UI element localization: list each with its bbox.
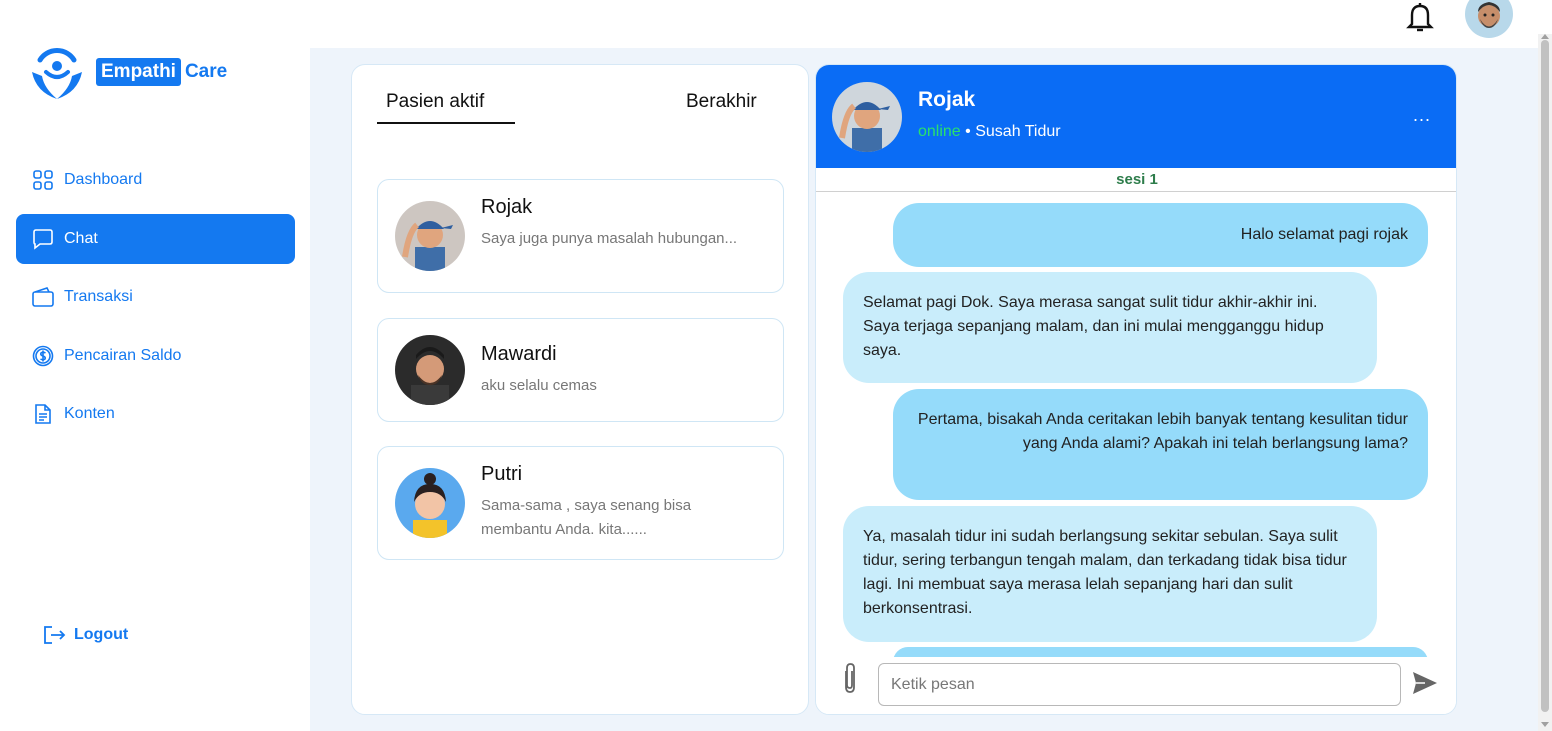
- patient-avatar: [395, 468, 465, 538]
- chat-icon: [33, 228, 53, 250]
- sidebar-item-pencairan-saldo[interactable]: Pencairan Saldo: [16, 331, 295, 381]
- sidebar-item-dashboard[interactable]: Dashboard: [16, 155, 295, 205]
- chat-header: Rojak online • Susah Tidur ...: [816, 65, 1456, 168]
- sidebar: Empathi Care Dashboard Chat Transaksi Pe…: [0, 0, 310, 731]
- sidebar-item-label: Transaksi: [64, 288, 133, 305]
- send-icon[interactable]: [1412, 670, 1438, 696]
- brand-name-part2: Care: [184, 61, 228, 82]
- chat-topic: Susah Tidur: [975, 123, 1061, 140]
- online-status: online: [918, 123, 961, 140]
- sidebar-item-label: Dashboard: [64, 171, 143, 188]
- attachment-icon[interactable]: [838, 661, 862, 695]
- brand-name: Empathi Care: [96, 58, 227, 86]
- patient-last-message: Saya juga punya masalah hubungan...: [481, 230, 738, 247]
- scroll-down-arrow[interactable]: [1541, 722, 1549, 727]
- tab-berakhir[interactable]: Berakhir: [686, 91, 757, 113]
- patient-last-message: Sama-sama , saya senang bisa membantu An…: [481, 497, 692, 538]
- message-input[interactable]: [878, 663, 1401, 706]
- sidebar-item-label: Chat: [64, 229, 98, 247]
- message-incoming: Selamat pagi Dok. Saya merasa sangat sul…: [843, 272, 1377, 383]
- document-icon: [35, 404, 51, 424]
- message-outgoing-partial: [893, 647, 1428, 657]
- sidebar-item-label: Pencairan Saldo: [64, 346, 182, 364]
- chat-contact-status: online • Susah Tidur: [918, 123, 1061, 141]
- user-avatar-image: [1478, 2, 1500, 28]
- app-root: Empathi Care Dashboard Chat Transaksi Pe…: [0, 0, 1552, 731]
- patient-last-message: aku selalu cemas: [481, 377, 597, 394]
- patient-name: Mawardi: [481, 343, 557, 365]
- dollar-circle-icon: [32, 345, 54, 366]
- sidebar-nav: Dashboard Chat Transaksi Pencairan Saldo…: [16, 155, 295, 448]
- tab-pasien-aktif[interactable]: Pasien aktif: [377, 91, 515, 124]
- logout-icon: [44, 626, 66, 644]
- patient-avatar: [395, 201, 465, 271]
- scrollbar-thumb[interactable]: [1541, 40, 1549, 712]
- patient-avatar: [395, 335, 465, 405]
- patient-list-panel: Pasien aktif Berakhir Rojak Saya juga pu…: [351, 64, 809, 715]
- message-list[interactable]: Halo selamat pagi rojak Selamat pagi Dok…: [816, 193, 1456, 657]
- message-incoming: Ya, masalah tidur ini sudah berlangsung …: [843, 506, 1377, 642]
- message-composer: [816, 657, 1456, 714]
- patient-name: Putri: [481, 463, 523, 485]
- sidebar-item-transaksi[interactable]: Transaksi: [16, 272, 295, 322]
- logout-label: Logout: [74, 626, 129, 643]
- session-label: sesi 1: [816, 168, 1456, 192]
- chat-contact-name: Rojak: [918, 88, 976, 111]
- patient-card-rojak[interactable]: Rojak Saya juga punya masalah hubungan..…: [377, 179, 784, 293]
- chat-contact-avatar: [832, 82, 902, 152]
- patient-name: Rojak: [481, 196, 533, 218]
- page-scrollbar[interactable]: [1538, 34, 1552, 731]
- wallet-icon: [32, 287, 54, 307]
- chat-panel: Rojak online • Susah Tidur ... sesi 1 Ha…: [815, 64, 1457, 715]
- logout-button[interactable]: Logout: [42, 624, 128, 646]
- logo-icon: [32, 48, 82, 99]
- more-options-icon[interactable]: ...: [1413, 105, 1431, 126]
- sidebar-item-konten[interactable]: Konten: [16, 389, 295, 439]
- brand-name-part1: Empathi: [96, 58, 181, 86]
- sidebar-item-label: Konten: [64, 405, 115, 422]
- user-avatar[interactable]: [1465, 0, 1513, 38]
- grid-icon: [33, 170, 53, 190]
- scroll-up-arrow[interactable]: [1541, 34, 1549, 39]
- message-outgoing: Pertama, bisakah Anda ceritakan lebih ba…: [893, 389, 1428, 500]
- patient-card-mawardi[interactable]: Mawardi aku selalu cemas: [377, 318, 784, 422]
- sidebar-item-chat[interactable]: Chat: [16, 213, 295, 264]
- patient-card-putri[interactable]: Putri Sama-sama , saya senang bisa memba…: [377, 446, 784, 560]
- status-separator: •: [965, 123, 971, 140]
- message-outgoing: Halo selamat pagi rojak: [893, 203, 1428, 267]
- brand-logo[interactable]: Empathi Care: [28, 42, 227, 102]
- notification-bell-icon[interactable]: [1405, 0, 1435, 34]
